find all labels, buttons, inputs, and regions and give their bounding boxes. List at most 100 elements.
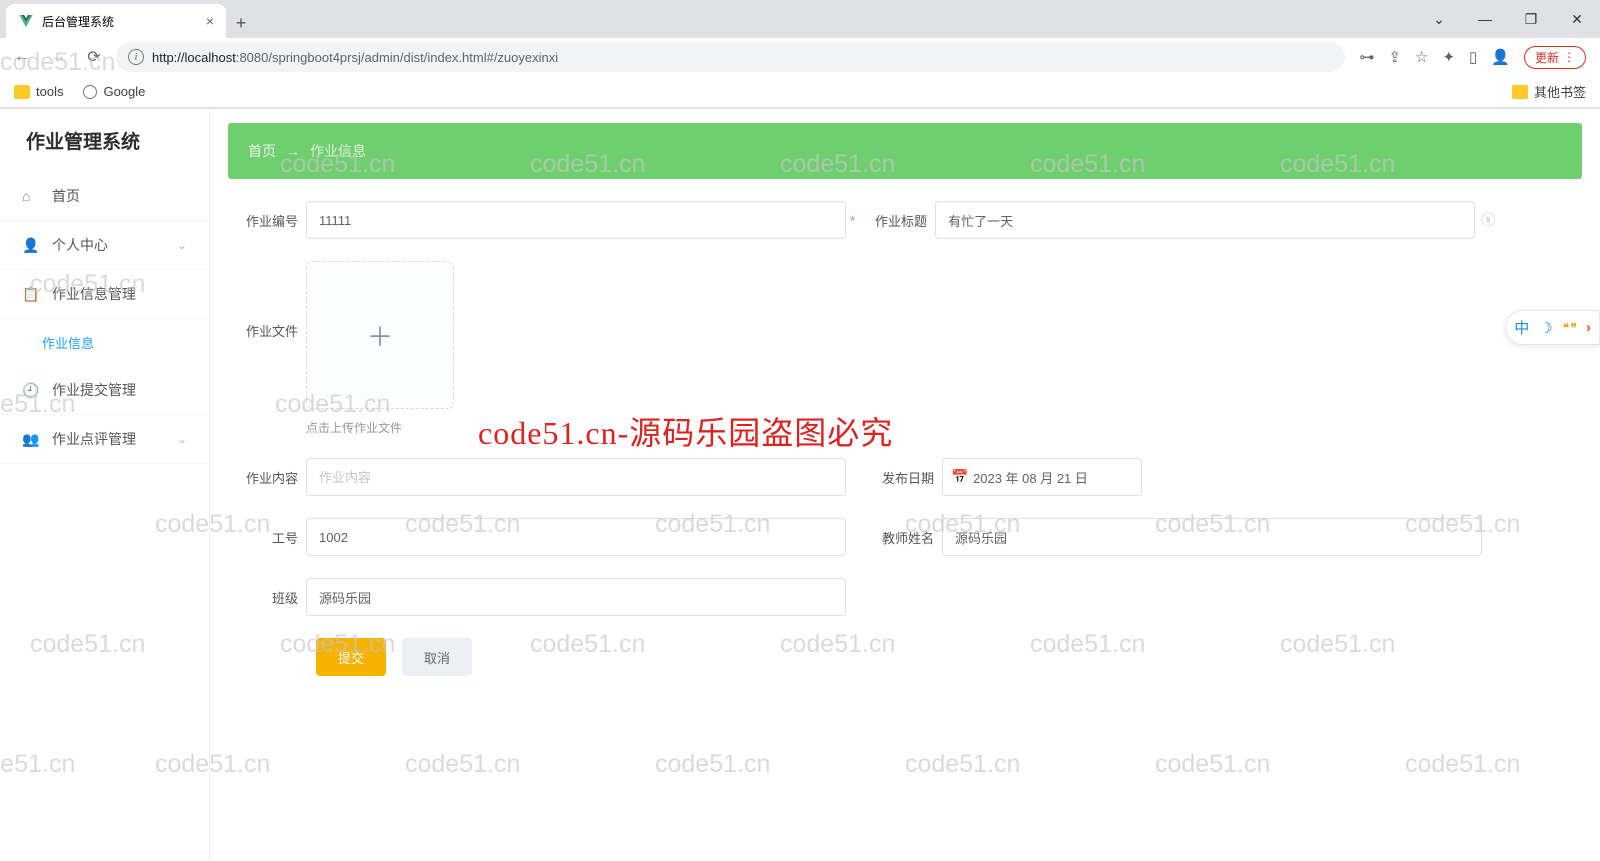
form-row-4: 工号 教师姓名 [230,518,1580,556]
folder-icon [14,85,30,99]
label-hw-content: 作业内容 [230,468,306,487]
form-row-5: 班级 [230,578,1580,616]
maximize-icon[interactable]: ❐ [1508,11,1554,28]
app-container: 作业管理系统 ⌂ 首页 👤 个人中心 ⌄ 📋 作业信息管理 作业信息 🕘 作业提… [0,109,1600,861]
chevron-down-icon: ⌄ [177,238,187,252]
url-domain: localhost [185,50,236,65]
hw-title-input[interactable] [935,201,1475,239]
group-publish-date: 发布日期 📅 [866,458,1142,496]
upload-hint: 点击上传作业文件 [306,419,454,436]
users-icon: 👥 [22,431,40,448]
sidebar-item-label: 首页 [52,186,80,206]
label-hw-title: 作业标题 [859,211,935,230]
job-no-input[interactable] [306,518,846,556]
address-bar-icons: ⊶ ⇪ ☆ ✦ ▯ 👤 更新 [1353,46,1592,69]
clear-input-icon[interactable]: ⓧ [1475,210,1501,230]
app-logo: 作业管理系统 [0,109,209,172]
url-field[interactable]: i http://localhost:8080/springboot4prsj/… [116,42,1345,72]
upload-wrapper: ＋ 点击上传作业文件 [306,261,454,436]
plus-icon: ＋ [367,317,393,354]
folder-icon [1512,85,1528,99]
bookmark-google[interactable]: Google [83,84,145,99]
sidebar-item-personal[interactable]: 👤 个人中心 ⌄ [0,221,209,270]
bookmark-label: 其他书签 [1534,82,1586,101]
update-label: 更新 [1535,49,1559,66]
reload-button[interactable]: ⟳ [80,43,108,71]
breadcrumb-home[interactable]: 首页 [248,141,276,161]
sidebar-item-submit-mgmt[interactable]: 🕘 作业提交管理 [0,366,209,415]
minimize-icon[interactable]: — [1462,11,1508,27]
profile-icon[interactable]: 👤 [1491,48,1510,66]
browser-chrome: 后台管理系统 × + ⌄ — ❐ ✕ ← → ⟳ i http://localh… [0,0,1600,109]
share-icon[interactable]: ⇪ [1388,48,1401,66]
sidebar-menu: ⌂ 首页 👤 个人中心 ⌄ 📋 作业信息管理 作业信息 🕘 作业提交管理 👥 作… [0,172,209,861]
chevron-down-icon[interactable]: ⌄ [1416,11,1462,28]
bookmark-label: Google [103,84,145,99]
form-row-1: 作业编号 * 作业标题 ⓧ [230,201,1580,239]
submit-button[interactable]: 提交 [316,638,386,676]
sidebar-item-review-mgmt[interactable]: 👥 作业点评管理 ⌄ [0,415,209,464]
chevron-down-icon: ⌄ [177,432,187,446]
address-bar: ← → ⟳ i http://localhost:8080/springboot… [0,38,1600,76]
calendar-icon: 📅 [951,469,968,486]
sidebar: 作业管理系统 ⌂ 首页 👤 个人中心 ⌄ 📋 作业信息管理 作业信息 🕘 作业提… [0,109,210,861]
label-job-no: 工号 [230,528,306,547]
group-class: 班级 [230,578,846,616]
extension-icon[interactable]: ✦ [1442,48,1455,66]
group-job-no: 工号 [230,518,846,556]
close-window-icon[interactable]: ✕ [1554,11,1600,28]
bookmark-tools[interactable]: tools [14,84,63,99]
browser-tab[interactable]: 后台管理系统 × [6,4,226,38]
group-hw-no: 作业编号 [230,201,846,239]
new-tab-button[interactable]: + [226,8,256,38]
site-info-icon[interactable]: i [128,49,144,65]
upload-box[interactable]: ＋ [306,261,454,409]
date-picker-wrap: 📅 [942,458,1142,496]
url-text: http://localhost:8080/springboot4prsj/ad… [152,50,558,65]
publish-date-input[interactable] [942,458,1142,496]
sidebar-item-label: 作业点评管理 [52,429,136,449]
group-hw-content: 作业内容 [230,458,846,496]
bookmark-label: tools [36,84,63,99]
sidebar-item-label: 作业提交管理 [52,380,136,400]
url-path: :8080/springboot4prsj/admin/dist/index.h… [236,50,558,65]
home-icon: ⌂ [22,188,40,204]
required-star: * [846,213,859,228]
url-protocol: http:// [152,50,185,65]
window-controls: ⌄ — ❐ ✕ [1416,0,1600,38]
hw-no-input[interactable] [306,201,846,239]
hw-content-input[interactable] [306,458,846,496]
main-content: 首页 → 作业信息 作业编号 * 作业标题 ⓧ 作业文件 [210,109,1600,861]
quote-icon[interactable]: ❝ ❞ [1563,321,1576,335]
sidebar-subitem-hw-info[interactable]: 作业信息 [0,319,209,366]
ime-lang-icon[interactable]: 中 [1514,317,1529,338]
star-icon[interactable]: ☆ [1415,48,1428,66]
label-teacher-name: 教师姓名 [866,528,942,547]
form-row-3: 作业内容 发布日期 📅 [230,458,1580,496]
key-icon[interactable]: ⊶ [1359,48,1374,66]
class-input[interactable] [306,578,846,616]
close-tab-icon[interactable]: × [206,13,214,29]
clock-icon: 🕘 [22,382,40,399]
user-icon: 👤 [22,237,40,254]
arrow-right-icon[interactable]: › [1586,319,1591,336]
cancel-button[interactable]: 取消 [402,638,472,676]
back-button[interactable]: ← [8,43,36,71]
group-hw-title: 作业标题 ⓧ [859,201,1501,239]
bookmark-bar: tools Google 其他书签 [0,76,1600,108]
panel-icon[interactable]: ▯ [1469,48,1477,66]
label-hw-no: 作业编号 [230,211,306,230]
tab-title: 后台管理系统 [42,13,114,30]
moon-icon[interactable]: ☽ [1539,319,1552,337]
label-class: 班级 [230,588,306,607]
ime-toolbar[interactable]: 中 ☽ ❝ ❞ › [1505,310,1600,345]
bookmark-other[interactable]: 其他书签 [1512,82,1586,101]
sidebar-item-home[interactable]: ⌂ 首页 [0,172,209,221]
breadcrumb: 首页 → 作业信息 [228,123,1582,179]
update-button[interactable]: 更新 [1524,46,1586,69]
sidebar-item-hw-mgmt[interactable]: 📋 作业信息管理 [0,270,209,319]
sidebar-item-label: 个人中心 [52,235,108,255]
arrow-right-icon: → [286,143,300,159]
tab-strip: 后台管理系统 × + ⌄ — ❐ ✕ [0,0,1600,38]
teacher-name-input[interactable] [942,518,1482,556]
